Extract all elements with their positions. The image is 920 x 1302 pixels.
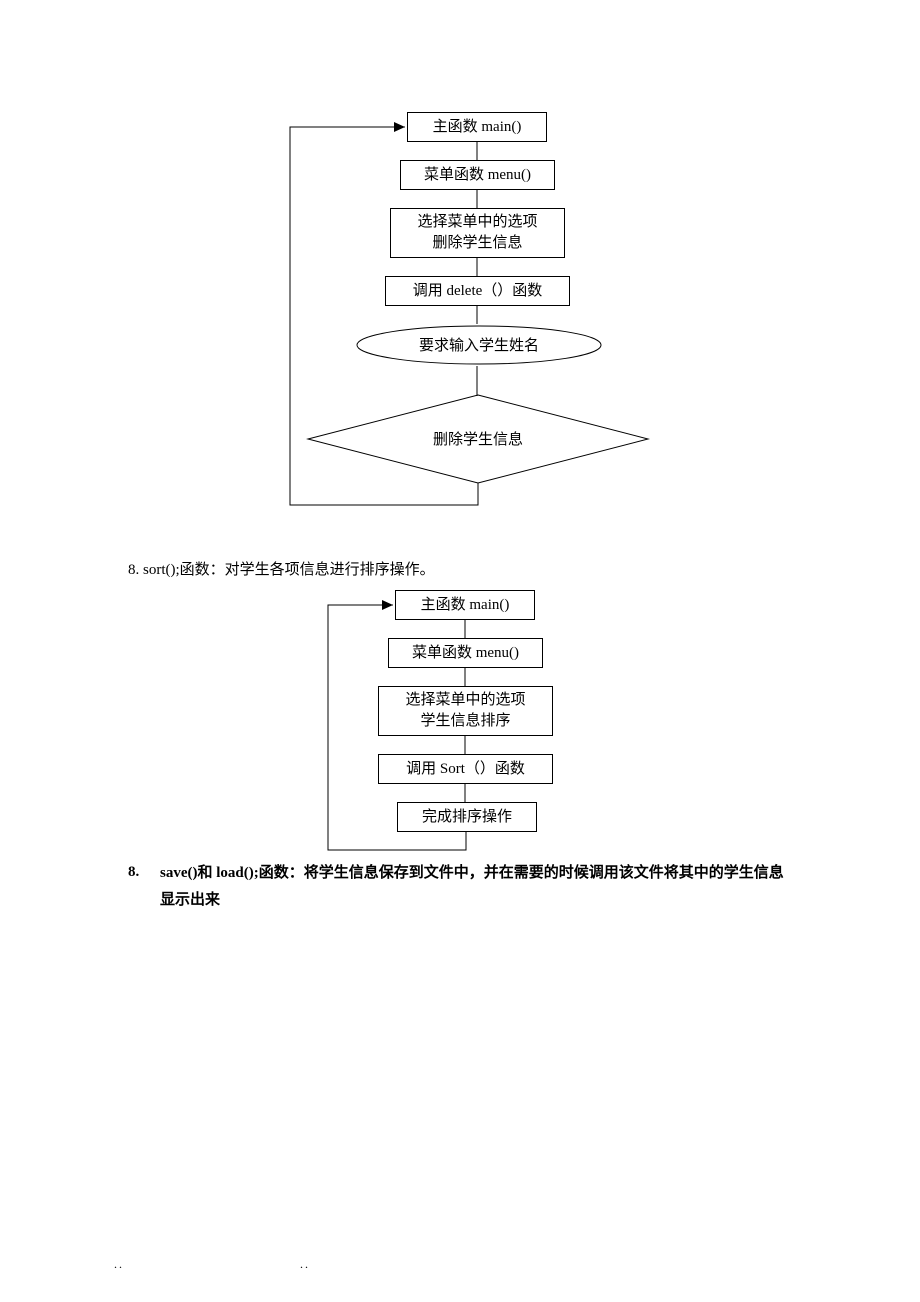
document-page: 主函数 main() 菜单函数 menu() 选择菜单中的选项 删除学生信息 调… — [0, 0, 920, 1302]
footer1-label: .. — [114, 1257, 124, 1271]
section-sort-label: 8. sort();函数：对学生各项信息进行排序操作。 — [128, 562, 435, 578]
footer-dots-right: .. — [300, 1257, 310, 1272]
section2-text-label: save()和 load();函数：将学生信息保存到文件中，并在需要的时候调用该… — [160, 865, 784, 908]
flow1-loop — [290, 120, 490, 510]
footer2-label: .. — [300, 1257, 310, 1271]
footer-dots-left: .. — [114, 1257, 124, 1272]
section-save-load-body: save()和 load();函数：将学生信息保存到文件中，并在需要的时候调用该… — [160, 860, 790, 914]
section-save-load-num: 8. — [128, 860, 139, 884]
section-sort-text: 8. sort();函数：对学生各项信息进行排序操作。 — [128, 558, 435, 582]
section2-num-label: 8. — [128, 864, 139, 880]
flow2-loop — [328, 598, 478, 858]
